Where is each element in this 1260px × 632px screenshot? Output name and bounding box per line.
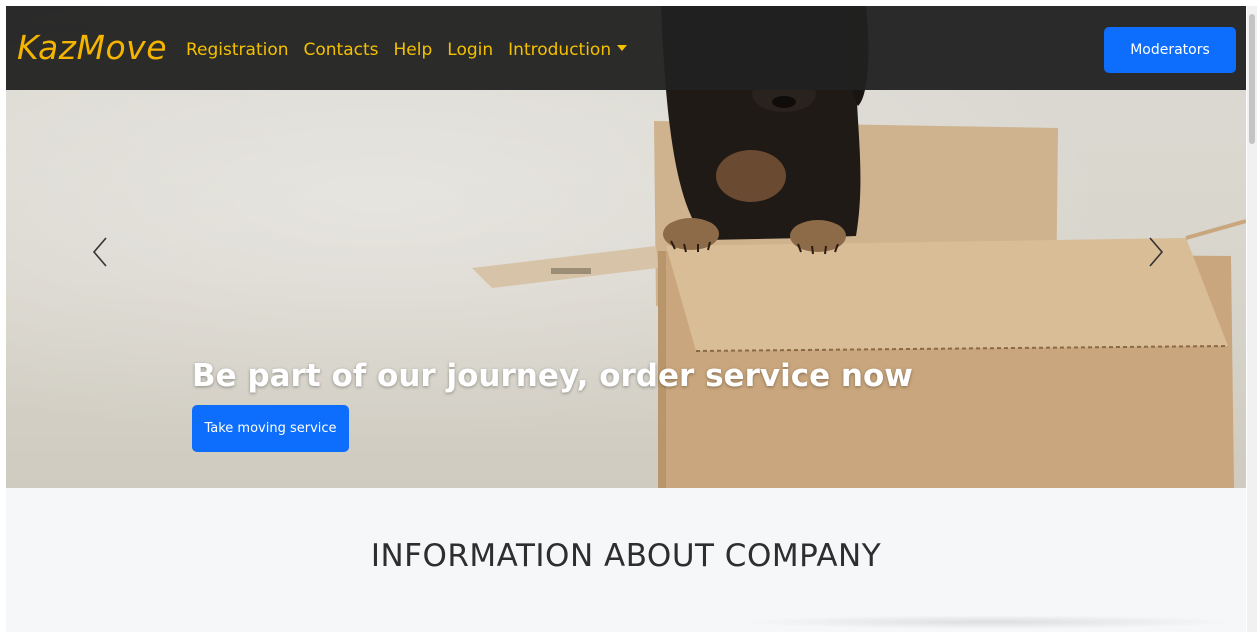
nav-link-introduction-label: Introduction	[508, 40, 612, 60]
chevron-left-icon	[92, 237, 107, 267]
brand-logo[interactable]: KazMove	[17, 28, 167, 67]
hero-caption: Be part of our journey, order service no…	[192, 358, 913, 394]
moderators-button[interactable]: Moderators	[1104, 27, 1236, 73]
nav-links: Registration Contacts Help Login Introdu…	[186, 40, 642, 60]
scrollbar-thumb[interactable]	[1249, 14, 1255, 144]
nav-dropdown-introduction[interactable]: Introduction	[508, 40, 628, 60]
nav-link-login[interactable]: Login	[447, 40, 493, 60]
nav-link-contacts[interactable]: Contacts	[304, 40, 379, 60]
carousel-prev-button[interactable]	[90, 234, 110, 274]
caret-down-icon	[617, 45, 628, 51]
page: KazMove Registration Contacts Help Login…	[6, 6, 1246, 632]
nav-link-help[interactable]: Help	[394, 40, 433, 60]
info-section-title: INFORMATION ABOUT COMPANY	[370, 538, 882, 574]
chevron-right-icon	[1149, 237, 1164, 267]
carousel-next-button[interactable]	[1146, 234, 1166, 274]
take-moving-service-button[interactable]: Take moving service	[192, 405, 349, 452]
hero-carousel: KazMove Registration Contacts Help Login…	[6, 6, 1246, 488]
navbar: KazMove Registration Contacts Help Login…	[6, 6, 1246, 90]
card-shadow	[740, 615, 1240, 629]
nav-link-registration[interactable]: Registration	[186, 40, 289, 60]
